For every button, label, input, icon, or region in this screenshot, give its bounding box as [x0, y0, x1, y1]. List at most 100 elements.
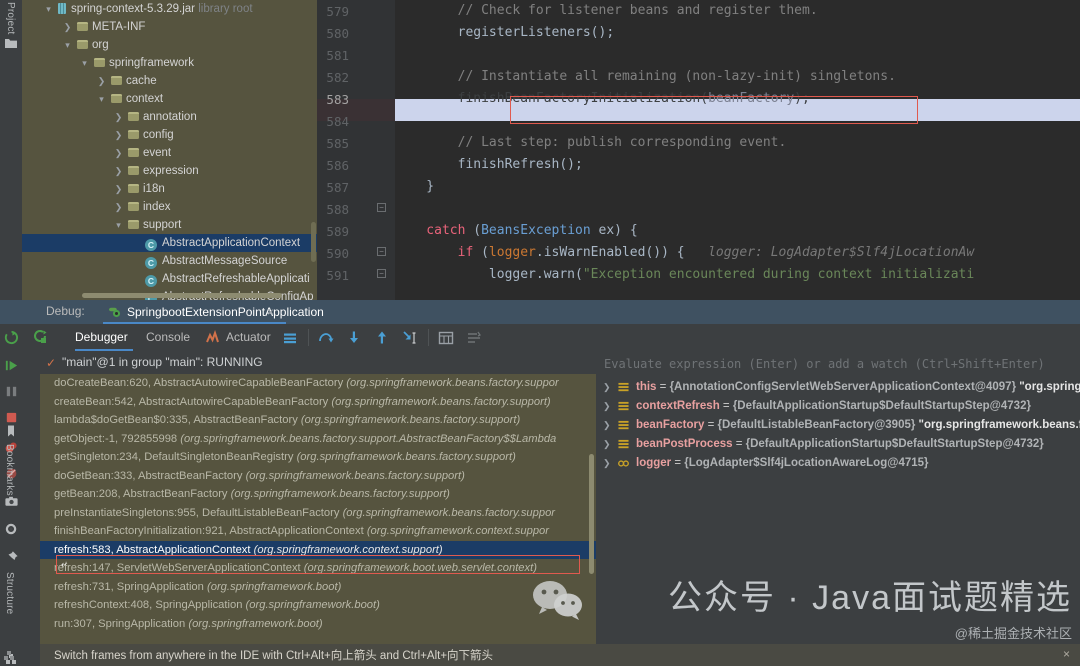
code-editor[interactable]: // Check for listener beans and register…: [395, 0, 1080, 300]
bookmarks-tool-tab[interactable]: Bookmarks: [4, 444, 15, 496]
chevron-right-icon[interactable]: ❯: [114, 162, 123, 180]
tree-item[interactable]: ▾org: [22, 36, 317, 54]
chevron-down-icon[interactable]: ▾: [44, 0, 53, 18]
tab-debugger[interactable]: Debugger: [75, 324, 128, 351]
evaluate-expression-icon[interactable]: [438, 330, 454, 346]
project-tool-tab[interactable]: Project: [5, 2, 16, 35]
variable-row[interactable]: ❯beanPostProcess = {DefaultApplicationSt…: [596, 435, 1080, 454]
tree-item[interactable]: ▾support: [22, 216, 317, 234]
settings-icon[interactable]: [4, 522, 19, 537]
show-execution-point-icon[interactable]: [282, 330, 298, 346]
variable-row[interactable]: ❯this = {AnnotationConfigServletWebServe…: [596, 378, 1080, 397]
step-out-icon[interactable]: [374, 330, 390, 346]
variable-row[interactable]: ❯beanFactory = {DefaultListableBeanFacto…: [596, 416, 1080, 435]
tab-actuator[interactable]: Actuator: [226, 324, 271, 351]
chevron-right-icon[interactable]: ❯: [114, 126, 123, 144]
editor-area: Project ▾spring-context-5.3.29.jar libra…: [0, 0, 1080, 300]
tree-item[interactable]: ❯event: [22, 144, 317, 162]
tree-item[interactable]: ❯i18n: [22, 180, 317, 198]
code-line[interactable]: }: [395, 176, 434, 198]
tree-item[interactable]: ▾springframework: [22, 54, 317, 72]
code-line[interactable]: // Check for listener beans and register…: [395, 0, 818, 22]
pin-icon[interactable]: [4, 550, 19, 565]
fold-marker-icon[interactable]: −: [377, 247, 386, 256]
frame-row[interactable]: lambda$doGetBean$0:335, AbstractBeanFact…: [40, 411, 596, 430]
chevron-down-icon[interactable]: ▾: [114, 216, 123, 234]
chevron-right-icon[interactable]: ❯: [97, 72, 106, 90]
frame-row[interactable]: refreshContext:408, SpringApplication (o…: [40, 596, 596, 615]
code-line[interactable]: // Last step: publish corresponding even…: [395, 132, 786, 154]
tree-item[interactable]: CAbstractMessageSource: [22, 252, 317, 270]
tree-item[interactable]: ❯cache: [22, 72, 317, 90]
frame-row[interactable]: run:307, SpringApplication (org.springfr…: [40, 615, 596, 634]
code-line[interactable]: // Instantiate all remaining (non-lazy-i…: [395, 66, 896, 88]
frames-scrollbar[interactable]: [589, 454, 594, 574]
frame-row[interactable]: refresh:731, SpringApplication (org.spri…: [40, 578, 596, 597]
frame-row[interactable]: doGetBean:333, AbstractBeanFactory (org.…: [40, 467, 596, 486]
project-tree[interactable]: ▾spring-context-5.3.29.jar library root❯…: [22, 0, 317, 300]
frame-row[interactable]: getBean:208, AbstractBeanFactory (org.sp…: [40, 485, 596, 504]
variable-row[interactable]: ❯logger = {LogAdapter$Slf4jLocationAware…: [596, 454, 1080, 473]
chevron-right-icon[interactable]: ❯: [603, 397, 611, 416]
chevron-down-icon[interactable]: ▾: [80, 54, 89, 72]
line-number: 591: [326, 268, 349, 283]
chevron-right-icon[interactable]: ❯: [603, 378, 611, 397]
step-over-icon[interactable]: [318, 330, 334, 346]
tab-console[interactable]: Console: [146, 324, 190, 351]
stop-icon[interactable]: [4, 410, 19, 425]
frame-row[interactable]: finishBeanFactoryInitialization:921, Abs…: [40, 522, 596, 541]
project-tree-scrollbar[interactable]: [311, 222, 316, 262]
variables-panel[interactable]: Evaluate expression (Enter) or add a wat…: [596, 351, 1080, 666]
frame-row[interactable]: getObject:-1, 792855998 (org.springframe…: [40, 430, 596, 449]
project-folder-icon[interactable]: [4, 36, 18, 50]
camera-icon[interactable]: [4, 494, 19, 509]
chevron-right-icon[interactable]: ❯: [114, 108, 123, 126]
code-line[interactable]: catch (BeansException ex) {: [395, 220, 638, 242]
close-icon[interactable]: ×: [267, 305, 274, 319]
step-into-icon[interactable]: [346, 330, 362, 346]
editor-gutter[interactable]: 579580581582583584585586587588589590591 …: [317, 0, 395, 300]
pause-icon[interactable]: [4, 384, 19, 399]
close-icon[interactable]: ×: [1063, 647, 1070, 661]
chevron-right-icon[interactable]: ❯: [603, 454, 611, 473]
code-line[interactable]: registerListeners();: [395, 22, 614, 44]
resume-icon[interactable]: [4, 358, 19, 373]
chevron-right-icon[interactable]: ❯: [603, 416, 611, 435]
tree-item[interactable]: ❯annotation: [22, 108, 317, 126]
frame-row[interactable]: getSingleton:234, DefaultSingletonBeanRe…: [40, 448, 596, 467]
code-line[interactable]: logger.warn("Exception encountered durin…: [395, 264, 974, 286]
fold-marker-icon[interactable]: −: [377, 269, 386, 278]
tree-item[interactable]: ❯META-INF: [22, 18, 317, 36]
variable-row[interactable]: ❯contextRefresh = {DefaultApplicationSta…: [596, 397, 1080, 416]
tree-item[interactable]: ❯index: [22, 198, 317, 216]
tree-item[interactable]: ❯config: [22, 126, 317, 144]
restore-layout-icon[interactable]: [32, 329, 48, 345]
chevron-down-icon[interactable]: ▾: [63, 36, 72, 54]
tree-item[interactable]: ▾spring-context-5.3.29.jar library root: [22, 0, 317, 18]
rerun-icon[interactable]: [4, 330, 19, 345]
settings-frames-icon[interactable]: [466, 330, 482, 346]
debug-session-tab[interactable]: SpringbootExtensionPointApplication: [103, 300, 346, 324]
frame-row[interactable]: doCreateBean:620, AbstractAutowireCapabl…: [40, 374, 596, 393]
chevron-right-icon[interactable]: ❯: [114, 180, 123, 198]
structure-tool-tab[interactable]: Structure: [4, 572, 15, 614]
project-tree-hscrollbar[interactable]: [82, 293, 282, 298]
chevron-down-icon[interactable]: ▾: [97, 90, 106, 108]
frames-list[interactable]: doCreateBean:620, AbstractAutowireCapabl…: [40, 374, 596, 666]
tree-item[interactable]: ▾context: [22, 90, 317, 108]
run-to-cursor-icon[interactable]: [402, 330, 418, 346]
fold-marker-icon[interactable]: −: [377, 203, 386, 212]
tree-item[interactable]: ❯expression: [22, 162, 317, 180]
variable-value: {DefaultApplicationStartup$DefaultStartu…: [733, 400, 1031, 412]
tree-item[interactable]: CAbstractApplicationContext: [22, 234, 317, 252]
chevron-right-icon[interactable]: ❯: [63, 18, 72, 36]
frame-row[interactable]: createBean:542, AbstractAutowireCapableB…: [40, 393, 596, 412]
frame-row[interactable]: preInstantiateSingletons:955, DefaultLis…: [40, 504, 596, 523]
code-line[interactable]: finishRefresh();: [395, 154, 583, 176]
code-line[interactable]: if (logger.isWarnEnabled()) { logger: Lo…: [395, 242, 974, 264]
chevron-right-icon[interactable]: ❯: [603, 435, 611, 454]
evaluate-expression-input[interactable]: Evaluate expression (Enter) or add a wat…: [604, 355, 1074, 373]
chevron-right-icon[interactable]: ❯: [114, 144, 123, 162]
tree-item[interactable]: CAbstractRefreshableApplicati: [22, 270, 317, 288]
chevron-right-icon[interactable]: ❯: [114, 198, 123, 216]
